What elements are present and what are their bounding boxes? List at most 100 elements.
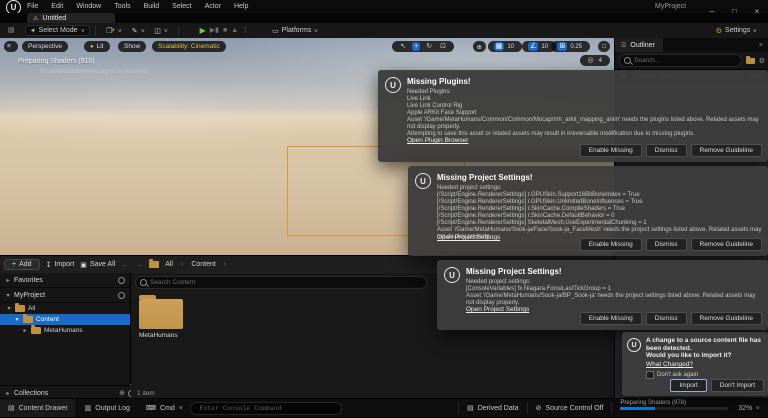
select-mode-dropdown[interactable]: ➤ Select Mode ∨ [24, 25, 91, 36]
forward-button[interactable]: → [135, 260, 143, 269]
remove-guideline-button[interactable]: Remove Guideline [690, 312, 762, 325]
gear-icon: ⚙ [715, 27, 723, 35]
menu-window[interactable]: Window [76, 3, 101, 10]
viewport-options-menu[interactable]: ≡ [4, 41, 18, 52]
open-plugin-browser-link[interactable]: Open Plugin Browser [407, 137, 468, 144]
add-icon: + [12, 261, 17, 268]
blueprints-icon: ✎ [131, 27, 138, 35]
show-flags-dropdown[interactable]: Show [118, 41, 147, 52]
favorites-search-icon[interactable] [118, 276, 125, 284]
dont-ask-again-checkbox[interactable] [646, 371, 654, 379]
source-control-button[interactable]: ⊘ Source Control Off [528, 399, 612, 417]
project-section[interactable]: ▾ MyProject [0, 288, 130, 303]
play-button[interactable]: ▶ [198, 26, 208, 35]
dismiss-button[interactable]: Dismiss [645, 312, 687, 325]
menu-edit[interactable]: Edit [51, 3, 63, 10]
menu-file[interactable]: File [27, 3, 38, 10]
cmd-dropdown[interactable]: ⌨ Cmd ∨ [138, 399, 191, 417]
cinematics-dropdown[interactable]: ◫ ∨ [149, 26, 172, 36]
dont-import-button[interactable]: Don't Import [710, 379, 764, 392]
outliner-search[interactable] [619, 54, 742, 67]
shader-progress-percent[interactable]: 32% ∨ [736, 399, 768, 417]
tab-untitled[interactable]: ⚠ Untitled [27, 13, 115, 23]
remove-guideline-button[interactable]: Remove Guideline [690, 238, 762, 251]
folder-icon [139, 295, 183, 329]
search-icon [624, 57, 631, 64]
tab-outliner[interactable]: ☰ Outliner [615, 38, 663, 52]
tree-item-content[interactable]: ▾ Content [0, 314, 130, 325]
content-search-input[interactable] [136, 279, 426, 286]
dialog-body: Needed Plugins: Live Link Live Link Cont… [407, 89, 759, 137]
skip-to-end-button[interactable]: ▶▮ [208, 26, 221, 35]
what-changed-link[interactable]: What Changed? [646, 361, 693, 368]
dismiss-button[interactable]: Dismiss [645, 238, 687, 251]
remove-guideline-button[interactable]: Remove Guideline [690, 144, 762, 157]
unreal-logo-icon: U [415, 173, 431, 189]
derived-data-icon: ▤ [467, 405, 474, 412]
perspective-dropdown[interactable]: Perspective [22, 41, 68, 52]
content-search[interactable] [135, 276, 427, 289]
asset-tile-metahumans[interactable]: MetaHumans [139, 295, 195, 339]
console-command-input[interactable] [191, 404, 342, 412]
output-log-button[interactable]: ▥ Output Log [77, 399, 138, 417]
grid-snap-control[interactable]: ▦ 10 [487, 41, 522, 52]
rotate-tool[interactable]: ↻ [424, 42, 434, 51]
stop-button[interactable]: ■ [221, 26, 229, 35]
dismiss-button[interactable]: Dismiss [645, 144, 687, 157]
enable-missing-button[interactable]: Enable Missing [579, 238, 642, 251]
enable-missing-button[interactable]: Enable Missing [579, 312, 642, 325]
console-icon: ⌨ [145, 405, 157, 412]
import-button[interactable]: Import [670, 379, 707, 392]
play-options-kebab[interactable]: ⋮ [240, 26, 251, 35]
menu-tools[interactable]: Tools [114, 3, 130, 10]
content-drawer-icon[interactable]: ▤ [6, 26, 17, 35]
select-tool[interactable]: ↖ [398, 42, 408, 51]
open-project-settings-link[interactable]: Open Project Settings [437, 234, 500, 241]
outliner-settings-icon[interactable]: ⚙ [759, 57, 765, 65]
maximize-viewport-button[interactable]: □ [598, 41, 610, 52]
enable-missing-button[interactable]: Enable Missing [579, 144, 642, 157]
content-drawer-button[interactable]: ▤ Content Drawer [0, 399, 77, 417]
view-mode-dropdown[interactable]: ● Lit [84, 41, 110, 52]
favorites-section[interactable]: ▸ Favorites [0, 273, 130, 288]
breadcrumb-all[interactable]: All [165, 261, 173, 268]
settings-dropdown[interactable]: ⚙ Settings ∨ [711, 26, 762, 36]
save-all-button[interactable]: ▣ Save All [80, 261, 115, 269]
platforms-dropdown[interactable]: ▭ Platforms ∨ [267, 26, 323, 36]
panel-close-icon[interactable]: × [759, 42, 763, 49]
content-browser-sources: ▸ Favorites ▾ MyProject ▾ All ▾ Content … [0, 273, 131, 385]
tree-item-metahumans[interactable]: ▸ MetaHumans [0, 325, 130, 336]
add-button[interactable]: + Add [4, 259, 40, 270]
import-button[interactable]: ↧ Import [46, 261, 75, 269]
console-command-field[interactable] [190, 401, 343, 415]
open-project-settings-link[interactable]: Open Project Settings [466, 306, 529, 313]
blueprints-dropdown[interactable]: ✎ ∨ [127, 26, 150, 36]
new-folder-icon[interactable] [745, 55, 755, 64]
eject-button[interactable]: ▲ [229, 26, 240, 35]
outliner-search-input[interactable] [620, 57, 741, 64]
camera-speed-control[interactable]: ◎ 4 [579, 55, 610, 66]
tree-item-all[interactable]: ▾ All [0, 303, 130, 314]
dialog-body: Needed project settings: [ConsoleVariabl… [466, 279, 756, 306]
unreal-logo-icon: U [627, 338, 641, 352]
source-content-changed-dialog: U A change to a source content file has … [622, 332, 768, 396]
menu-actor[interactable]: Actor [205, 3, 221, 10]
log-icon: ▥ [84, 405, 92, 412]
derived-data-button[interactable]: ▤ Derived Data [459, 399, 526, 417]
outliner-tab-bar: ☰ Outliner × [615, 38, 768, 52]
dont-ask-again-option[interactable]: Don't ask again [646, 371, 698, 379]
menu-build[interactable]: Build [144, 3, 160, 10]
scale-snap-control[interactable]: ⊞ 0.25 [551, 41, 590, 52]
item-count: 1 item [137, 390, 155, 397]
menu-select[interactable]: Select [172, 3, 191, 10]
back-button[interactable]: ← [121, 260, 129, 269]
move-tool[interactable]: + [412, 42, 421, 51]
add-collection-icon[interactable]: ⊕ [119, 389, 125, 397]
add-actor-dropdown[interactable]: ❒ + ∨ [101, 26, 126, 36]
project-search-icon[interactable] [118, 291, 125, 299]
scalability-warning-pill[interactable]: Scalability: Cinematic [152, 41, 226, 52]
scale-tool[interactable]: ⊡ [438, 42, 448, 51]
world-coordinate-toggle[interactable]: ⊕ [472, 41, 486, 52]
breadcrumb-content[interactable]: Content [191, 261, 216, 268]
menu-help[interactable]: Help [234, 3, 248, 10]
